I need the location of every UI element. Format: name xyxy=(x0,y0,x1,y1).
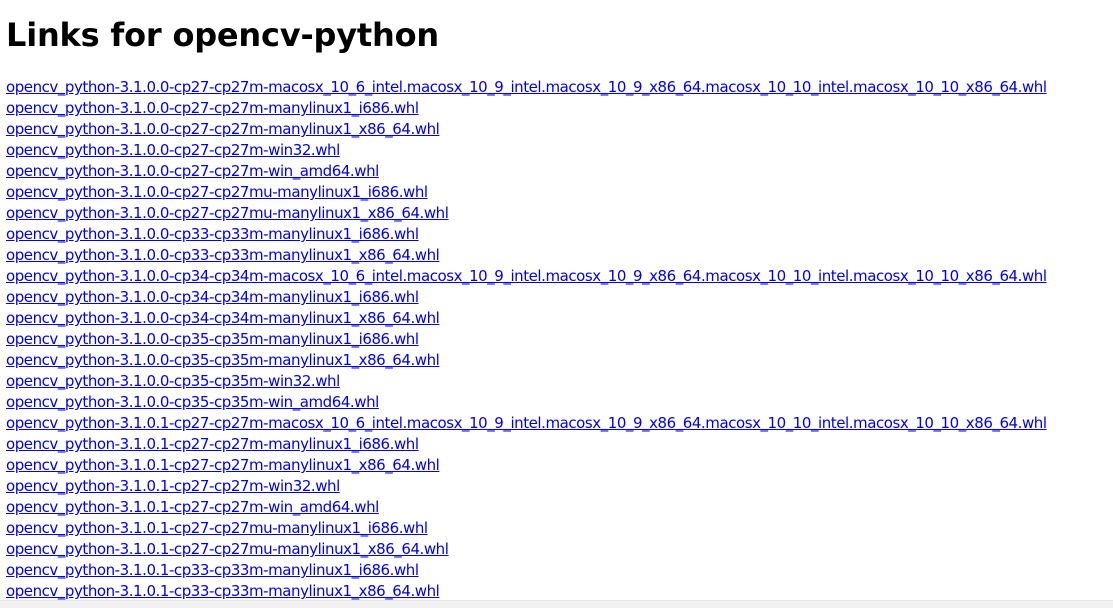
package-link[interactable]: opencv_python-3.1.0.0-cp27-cp27m-win_amd… xyxy=(6,161,1107,182)
page-content: Links for opencv-python opencv_python-3.… xyxy=(0,0,1113,602)
package-link[interactable]: opencv_python-3.1.0.1-cp27-cp27m-manylin… xyxy=(6,434,1107,455)
page-title: Links for opencv-python xyxy=(6,16,439,54)
horizontal-scrollbar[interactable] xyxy=(0,600,1113,608)
package-link[interactable]: opencv_python-3.1.0.1-cp27-cp27mu-manyli… xyxy=(6,539,1107,560)
package-link[interactable]: opencv_python-3.1.0.0-cp33-cp33m-manylin… xyxy=(6,224,1107,245)
package-link[interactable]: opencv_python-3.1.0.1-cp27-cp27m-win32.w… xyxy=(6,476,1107,497)
package-link[interactable]: opencv_python-3.1.0.1-cp27-cp27m-macosx_… xyxy=(6,413,1107,434)
scrollbar-thumb[interactable] xyxy=(0,602,1100,607)
package-link[interactable]: opencv_python-3.1.0.0-cp27-cp27m-macosx_… xyxy=(6,77,1107,98)
package-link[interactable]: opencv_python-3.1.0.0-cp33-cp33m-manylin… xyxy=(6,245,1107,266)
package-link[interactable]: opencv_python-3.1.0.0-cp27-cp27mu-manyli… xyxy=(6,182,1107,203)
package-link[interactable]: opencv_python-3.1.0.0-cp27-cp27m-manylin… xyxy=(6,98,1107,119)
package-link[interactable]: opencv_python-3.1.0.0-cp34-cp34m-manylin… xyxy=(6,308,1107,329)
package-link[interactable]: opencv_python-3.1.0.1-cp33-cp33m-manylin… xyxy=(6,581,1107,602)
package-link[interactable]: opencv_python-3.1.0.0-cp35-cp35m-manylin… xyxy=(6,329,1107,350)
link-list: opencv_python-3.1.0.0-cp27-cp27m-macosx_… xyxy=(6,77,1107,602)
package-link[interactable]: opencv_python-3.1.0.1-cp33-cp33m-manylin… xyxy=(6,560,1107,581)
package-link[interactable]: opencv_python-3.1.0.0-cp27-cp27m-manylin… xyxy=(6,119,1107,140)
package-link[interactable]: opencv_python-3.1.0.0-cp35-cp35m-win32.w… xyxy=(6,371,1107,392)
package-link[interactable]: opencv_python-3.1.0.0-cp34-cp34m-manylin… xyxy=(6,287,1107,308)
package-link[interactable]: opencv_python-3.1.0.1-cp27-cp27m-manylin… xyxy=(6,455,1107,476)
package-link[interactable]: opencv_python-3.1.0.1-cp27-cp27mu-manyli… xyxy=(6,518,1107,539)
package-link[interactable]: opencv_python-3.1.0.0-cp27-cp27m-win32.w… xyxy=(6,140,1107,161)
package-link[interactable]: opencv_python-3.1.0.0-cp27-cp27mu-manyli… xyxy=(6,203,1107,224)
package-link[interactable]: opencv_python-3.1.0.0-cp35-cp35m-win_amd… xyxy=(6,392,1107,413)
package-link[interactable]: opencv_python-3.1.0.0-cp35-cp35m-manylin… xyxy=(6,350,1107,371)
package-link[interactable]: opencv_python-3.1.0.0-cp34-cp34m-macosx_… xyxy=(6,266,1107,287)
package-link[interactable]: opencv_python-3.1.0.1-cp27-cp27m-win_amd… xyxy=(6,497,1107,518)
